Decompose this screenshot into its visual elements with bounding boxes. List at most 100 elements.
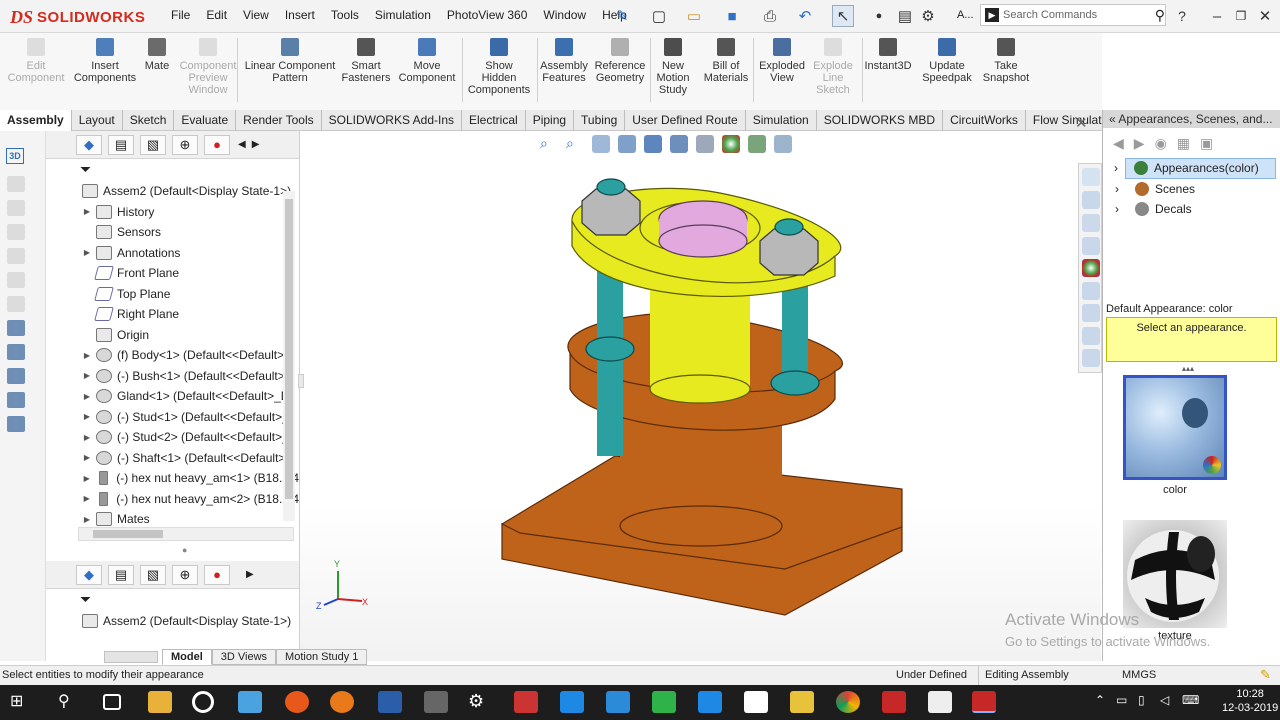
property-manager-tab-icon[interactable]: ▤ <box>108 134 134 155</box>
previous-view-icon[interactable] <box>592 135 610 153</box>
custom-properties-icon[interactable] <box>1082 282 1100 300</box>
units-selector[interactable]: MMGS <box>1122 669 1156 681</box>
insert-component-icon[interactable] <box>7 176 25 192</box>
dimxpert-tab-icon[interactable]: ⊕ <box>172 564 198 585</box>
network-icon[interactable]: ▭ <box>1116 693 1127 707</box>
3d-content-icon[interactable] <box>1082 327 1100 345</box>
display-style-icon[interactable] <box>670 135 688 153</box>
color-appearance-swatch[interactable] <box>1123 375 1227 480</box>
tree-vscrollbar[interactable] <box>283 191 295 521</box>
appearance-category[interactable]: › Scenes <box>1103 179 1280 200</box>
settings-taskbar-icon[interactable]: ⚙ <box>468 691 492 713</box>
zoom-to-fit-icon[interactable]: ⌕ <box>540 135 558 153</box>
firefox-icon[interactable] <box>330 691 354 713</box>
forward-icon[interactable]: ▶ <box>1134 135 1145 152</box>
expand-arrow-icon[interactable]: ▶ <box>80 207 94 216</box>
new-document-icon[interactable]: ▢ <box>649 5 669 27</box>
dimxpert-tab-icon[interactable]: ⊕ <box>172 134 198 155</box>
edit-appearance-icon[interactable] <box>722 135 740 153</box>
file-explorer-taskbar-icon[interactable] <box>148 691 172 713</box>
tree-item[interactable]: Origin <box>80 325 299 346</box>
bottom-tab-motion-study-1[interactable]: Motion Study 1 <box>276 649 368 665</box>
command-component-preview-button[interactable]: Component Preview Window <box>168 38 248 96</box>
solidworks-active-icon[interactable] <box>972 691 996 713</box>
tree-item[interactable]: ▶ Annotations <box>80 243 299 264</box>
command-snapshot-button[interactable]: Take Snapshot <box>966 38 1046 84</box>
open-folder-icon[interactable]: ▭ <box>684 5 704 27</box>
back-icon[interactable]: ◀ <box>1113 135 1124 152</box>
design-library-icon[interactable] <box>1082 191 1100 209</box>
rebuild-icon[interactable]: ● <box>872 5 886 27</box>
3d-view-icon[interactable]: 3D <box>6 148 24 164</box>
app-taskbar-icon[interactable] <box>928 691 952 713</box>
appearance-category[interactable]: › Appearances(color) <box>1114 158 1276 179</box>
tab-simulation[interactable]: Simulation <box>746 110 817 131</box>
tree-hscrollbar[interactable] <box>78 527 294 541</box>
home-icon[interactable]: ◉ <box>1155 135 1167 152</box>
filter-icon[interactable]: ⏷ <box>46 159 299 181</box>
system-clock[interactable]: 10:28 12-03-2019 <box>1222 687 1278 715</box>
mate-icon[interactable] <box>7 200 25 216</box>
tree-item[interactable]: Top Plane <box>80 284 299 305</box>
menu-photoview-360[interactable]: PhotoView 360 <box>439 8 536 22</box>
tab-evaluate[interactable]: Evaluate <box>174 110 237 131</box>
tray-chevron-icon[interactable]: ⌃ <box>1095 693 1105 707</box>
tab-piping[interactable]: Piping <box>526 110 575 131</box>
file-properties-icon[interactable]: ▤ <box>895 5 915 27</box>
bottom-tab-3d-views[interactable]: 3D Views <box>211 649 277 665</box>
tree-item[interactable]: ▶ (-) Bush<1> (Default<<Default>_ <box>80 366 299 387</box>
feature-tree-tab-icon[interactable]: ◆ <box>76 134 102 155</box>
expand-arrow-icon[interactable]: ▶ <box>80 351 94 360</box>
solidworks-logo[interactable]: DS SOLIDWORKS <box>10 6 145 28</box>
calculator-icon[interactable] <box>424 691 448 713</box>
expand-arrow-icon[interactable]: ▶ <box>80 392 94 401</box>
tab-layout[interactable]: Layout <box>72 110 123 131</box>
pin-icon[interactable]: ✎ <box>615 5 629 27</box>
folder-icon[interactable] <box>790 691 814 713</box>
tree-item[interactable]: ▶ (-) Shaft<1> (Default<<Default>_ <box>80 448 299 469</box>
app-taskbar-icon[interactable] <box>378 691 402 713</box>
display-icon[interactable] <box>7 344 25 360</box>
tab-tubing[interactable]: Tubing <box>574 110 626 131</box>
expand-arrow-icon[interactable]: ▶ <box>80 453 94 462</box>
expand-arrow-icon[interactable]: ▶ <box>80 371 94 380</box>
refresh-icon[interactable]: ▣ <box>1200 135 1213 152</box>
tab-electrical[interactable]: Electrical <box>462 110 526 131</box>
app-taskbar-icon[interactable] <box>606 691 630 713</box>
splitter-handle-icon[interactable]: ▴▴▴ <box>1182 364 1194 373</box>
app-taskbar-icon[interactable] <box>652 691 676 713</box>
tab-scroll-buttons[interactable] <box>104 651 158 663</box>
notification-icon[interactable]: ✎ <box>1260 667 1271 683</box>
app-taskbar-icon[interactable] <box>698 691 722 713</box>
expand-arrow-icon[interactable]: ▶ <box>80 248 94 257</box>
app-taskbar-icon[interactable] <box>192 691 214 713</box>
chrome-icon[interactable] <box>836 691 860 713</box>
view-orientation-icon[interactable] <box>644 135 662 153</box>
app-taskbar-icon[interactable] <box>560 691 584 713</box>
tree-item[interactable]: ▶ (f) Body<1> (Default<<Default>_ <box>80 345 299 366</box>
help-icon[interactable]: ? <box>1175 5 1189 27</box>
command-linear-pattern-button[interactable]: Linear Component Pattern <box>245 38 335 84</box>
tree-root-2[interactable]: Assem2 (Default<Display State-1>) <box>80 611 291 632</box>
tab-scroll-right-icon[interactable]: ▶ <box>246 569 254 580</box>
filter-icon[interactable]: ⏷ <box>80 591 91 608</box>
tree-item[interactable]: ▶ History <box>80 202 299 223</box>
expand-arrow-icon[interactable]: ▶ <box>80 433 94 442</box>
windows-start-icon[interactable]: ⊞ <box>10 691 34 713</box>
appearance-icon[interactable] <box>7 392 25 408</box>
expand-arrow-icon[interactable]: ▶ <box>80 515 94 524</box>
appearance-category[interactable]: › Decals <box>1103 199 1280 220</box>
forum-icon[interactable] <box>1082 304 1100 322</box>
tree-item[interactable]: Front Plane <box>80 263 299 284</box>
quick-access-overflow[interactable]: A... <box>957 9 974 21</box>
tree-item[interactable]: ▶ (-) hex nut heavy_am<2> (B18.2.4 <box>80 489 299 510</box>
solidworks-resources-icon[interactable] <box>1082 168 1100 186</box>
tree-root[interactable]: Assem2 (Default<Display State-1>) <box>46 181 299 202</box>
expand-arrow-icon[interactable]: ▶ <box>80 474 94 483</box>
snapshot-icon[interactable] <box>7 416 25 432</box>
section-view-icon[interactable] <box>618 135 636 153</box>
task-view-icon[interactable] <box>103 694 121 710</box>
view-palette-icon[interactable] <box>1082 237 1100 255</box>
tree-item[interactable]: ▶ Gland<1> (Default<<Default>_D <box>80 386 299 407</box>
search-input[interactable]: Search Commands <box>1003 9 1151 21</box>
